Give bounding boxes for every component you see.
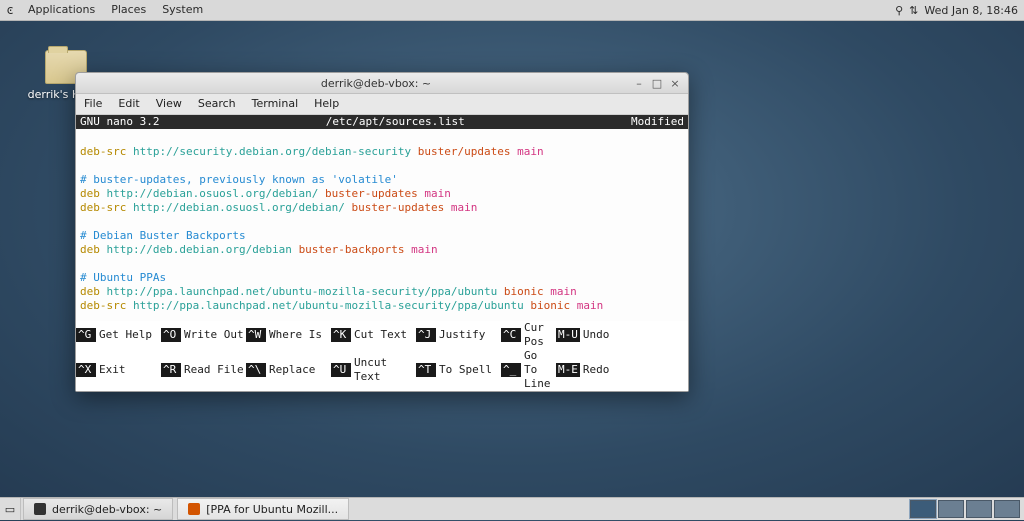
nano-shortcut: ^JJustify <box>416 321 501 349</box>
browser-icon <box>188 503 200 515</box>
nano-status: Modified <box>631 115 684 129</box>
workspace-3[interactable] <box>966 500 992 518</box>
accessibility-icon[interactable]: ⚲ <box>895 4 903 17</box>
task-label: [PPA for Ubuntu Mozill... <box>206 503 338 516</box>
top-panel: ͼ ApplicationsPlacesSystem ⚲ ⇅ Wed Jan 8… <box>0 0 1024 21</box>
titlebar[interactable]: derrik@deb-vbox: ~ – □ × <box>76 73 688 94</box>
gnome-foot-icon: ͼ <box>0 3 20 17</box>
nano-shortcut: ^RRead File <box>161 349 246 391</box>
menu-view[interactable]: View <box>148 94 190 114</box>
terminal-window: derrik@deb-vbox: ~ – □ × FileEditViewSea… <box>75 72 689 392</box>
nano-help-bar: ^GGet Help^OWrite Out^WWhere Is^KCut Tex… <box>76 321 688 391</box>
task-label: derrik@deb-vbox: ~ <box>52 503 162 516</box>
taskbar-task[interactable]: derrik@deb-vbox: ~ <box>23 498 173 520</box>
nano-shortcut: ^OWrite Out <box>161 321 246 349</box>
nano-header: GNU nano 3.2 /etc/apt/sources.list Modif… <box>76 115 688 129</box>
maximize-button[interactable]: □ <box>650 76 664 90</box>
minimize-button[interactable]: – <box>632 76 646 90</box>
nano-shortcut: ^\Replace <box>246 349 331 391</box>
top-menu-applications[interactable]: Applications <box>20 0 103 20</box>
terminal-viewport[interactable]: GNU nano 3.2 /etc/apt/sources.list Modif… <box>76 115 688 391</box>
nano-shortcut: ^WWhere Is <box>246 321 331 349</box>
nano-shortcut: ^_Go To Line <box>501 349 556 391</box>
workspace-4[interactable] <box>994 500 1020 518</box>
workspace-1[interactable] <box>910 500 936 518</box>
show-desktop-button[interactable]: ▭ <box>0 498 21 520</box>
nano-shortcut: ^XExit <box>76 349 161 391</box>
nano-version: GNU nano 3.2 <box>80 115 159 129</box>
nano-shortcut: M-UUndo <box>556 321 611 349</box>
menu-file[interactable]: File <box>76 94 110 114</box>
menu-search[interactable]: Search <box>190 94 244 114</box>
terminal-icon <box>34 503 46 515</box>
workspace-pager[interactable] <box>910 500 1024 518</box>
nano-shortcut: ^GGet Help <box>76 321 161 349</box>
clock[interactable]: Wed Jan 8, 18:46 <box>924 4 1018 17</box>
menu-terminal[interactable]: Terminal <box>244 94 307 114</box>
nano-filepath: /etc/apt/sources.list <box>159 115 631 129</box>
nano-shortcut: ^KCut Text <box>331 321 416 349</box>
terminal-menubar: FileEditViewSearchTerminalHelp <box>76 94 688 115</box>
menu-edit[interactable]: Edit <box>110 94 147 114</box>
taskbar-task[interactable]: [PPA for Ubuntu Mozill... <box>177 498 349 520</box>
top-menu-places[interactable]: Places <box>103 0 154 20</box>
nano-editor-body[interactable]: deb-src http://security.debian.org/debia… <box>76 129 688 321</box>
system-tray: ⚲ ⇅ Wed Jan 8, 18:46 <box>895 4 1024 17</box>
menu-help[interactable]: Help <box>306 94 347 114</box>
nano-shortcut: ^CCur Pos <box>501 321 556 349</box>
window-title: derrik@deb-vbox: ~ <box>126 77 626 90</box>
workspace-2[interactable] <box>938 500 964 518</box>
top-menu-system[interactable]: System <box>154 0 211 20</box>
nano-shortcut: M-ERedo <box>556 349 611 391</box>
bottom-panel: ▭ derrik@deb-vbox: ~ [PPA for Ubuntu Mozi… <box>0 497 1024 520</box>
close-button[interactable]: × <box>668 76 682 90</box>
nano-shortcut: ^UUncut Text <box>331 349 416 391</box>
network-icon[interactable]: ⇅ <box>909 4 918 17</box>
nano-shortcut: ^TTo Spell <box>416 349 501 391</box>
